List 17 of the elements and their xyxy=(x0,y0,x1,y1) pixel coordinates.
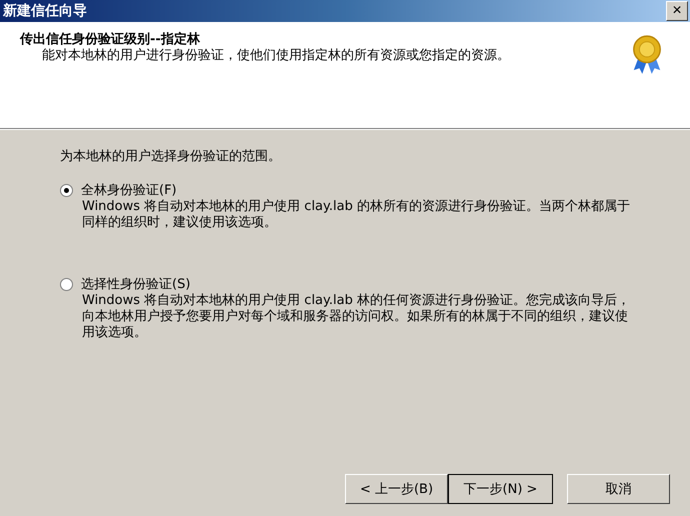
wizard-button[interactable]: 取消 xyxy=(567,474,670,504)
page-title: 传出信任身份验证级别--指定林 xyxy=(20,30,201,48)
radio-label: 全林身份验证(F) xyxy=(81,182,177,199)
radio-button[interactable] xyxy=(60,184,73,196)
window-title: 新建信任向导 xyxy=(3,2,87,20)
close-button[interactable]: × xyxy=(666,1,688,21)
wizard-button[interactable]: 下一步(N) > xyxy=(448,474,553,504)
option-description: Windows 将自动对本地林的用户使用 clay.lab 的林所有的资源进行身份验证。当两个林都属于同样的组织时，建议使用该选项。 xyxy=(81,199,631,231)
instruction-text: 为本地林的用户选择身份验证的范围。 xyxy=(60,148,282,165)
option-description: Windows 将自动对本地林的用户使用 clay.lab 林的任何资源进行身份验证。您完成该向导后，向本地林用户授予您要用户对每个域和服务器的访问权。如果所有的林属于不同的组织，建议使用该选项。 xyxy=(81,293,631,341)
page-description: 能对本地林的用户进行身份验证，使他们使用指定林的所有资源或您指定的资源。 xyxy=(41,48,511,64)
radio-label: 选择性身份验证(S) xyxy=(81,276,190,293)
wizard-button[interactable]: < 上一步(B) xyxy=(345,474,448,504)
radio-button[interactable] xyxy=(60,278,73,290)
radio-option[interactable]: 全林身份验证(F) xyxy=(60,181,670,199)
medal-icon xyxy=(630,34,664,76)
radio-option[interactable]: 选择性身份验证(S) xyxy=(60,275,670,293)
